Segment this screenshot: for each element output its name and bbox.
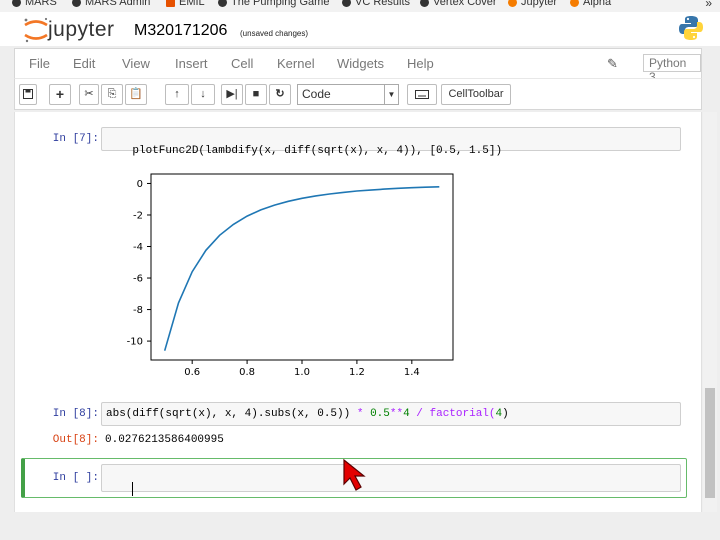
bookmark-jupyter[interactable]: Jupyter (508, 0, 557, 8)
jupyter-logo-text: jupyter (48, 18, 115, 41)
mouse-pointer-icon (343, 458, 366, 491)
bookmark-icon (570, 0, 579, 7)
bookmark-icon (218, 0, 227, 7)
insert-cell-button[interactable]: + (49, 84, 71, 105)
run-icon: ▶| (226, 88, 238, 100)
bookmark-vertex-cover[interactable]: Vertex Cover (420, 0, 497, 8)
y-tick-label: 0 (137, 179, 143, 190)
bookmark-mars-admin[interactable]: MARS Admin (72, 0, 150, 8)
bookmark-vc-results[interactable]: VC Results (342, 0, 410, 8)
kernel-indicator[interactable]: Python 3 (643, 54, 701, 84)
bookmark-mars[interactable]: MARS (12, 0, 57, 8)
menu-file[interactable]: File (29, 56, 50, 71)
bookmark-icon (72, 0, 81, 7)
move-up-button[interactable]: ↑ (165, 84, 189, 105)
notebook-title[interactable]: M320171206 (134, 22, 227, 40)
x-tick-label: 1.2 (349, 367, 365, 378)
interrupt-button[interactable]: ■ (245, 84, 267, 105)
bookmark-pumping-game[interactable]: The Pumping Game (218, 0, 329, 8)
notebook-toolbar: + ✂ ⎘ 📋 ↑ ↓ ▶| ■ ↻ Code ▼ CellToolbar (14, 78, 702, 110)
bookmark-icon (12, 0, 21, 7)
y-tick-label: -10 (127, 337, 143, 348)
menu-edit[interactable]: Edit (73, 56, 95, 71)
text-caret (132, 482, 134, 496)
restart-button[interactable]: ↻ (269, 84, 291, 105)
menu-cell[interactable]: Cell (231, 56, 253, 71)
restart-icon: ↻ (275, 88, 285, 100)
copy-icon: ⎘ (107, 88, 117, 100)
save-icon (23, 89, 33, 99)
y-tick-label: -6 (133, 274, 143, 285)
move-down-icon: ↓ (200, 88, 206, 100)
scrollbar-thumb[interactable] (705, 388, 715, 498)
bookmark-icon (342, 0, 351, 7)
save-button[interactable] (19, 84, 37, 105)
y-tick-label: -4 (133, 242, 143, 253)
code-cell-input[interactable]: abs(diff(sqrt(x), x, 4).subs(x, 0.5)) * … (101, 402, 681, 426)
paste-icon: 📋 (129, 88, 143, 100)
celltoolbar-button[interactable]: CellToolbar (441, 84, 511, 105)
add-cell-icon: + (55, 86, 65, 102)
command-palette-button[interactable] (407, 84, 437, 105)
menu-widgets[interactable]: Widgets (337, 56, 384, 71)
output-value: 0.0276213586400995 (105, 434, 224, 446)
x-tick-label: 0.8 (239, 367, 255, 378)
bookmark-icon (508, 0, 517, 7)
copy-button[interactable]: ⎘ (101, 84, 123, 105)
input-prompt: In [8]: (52, 408, 99, 420)
bookmark-alpha[interactable]: Alpha (570, 0, 611, 8)
output-prompt: Out[8]: (52, 434, 99, 446)
y-tick-label: -2 (133, 210, 143, 221)
menu-help[interactable]: Help (407, 56, 434, 71)
y-tick-label: -8 (133, 305, 143, 316)
x-tick-label: 0.6 (184, 367, 200, 378)
bookmark-icon (420, 0, 429, 7)
menu-kernel[interactable]: Kernel (277, 56, 315, 71)
move-down-button[interactable]: ↓ (191, 84, 215, 105)
input-prompt: In [7]: (52, 133, 99, 145)
notebook-container: In [7]: plotFunc2D(lambdify(x, diff(sqrt… (14, 112, 702, 512)
code-cell-input[interactable]: plotFunc2D(lambdify(x, diff(sqrt(x), x, … (101, 127, 681, 157)
cell-type-select[interactable]: Code ▼ (297, 84, 399, 105)
plot-output: 0.6 0.8 1.0 1.2 1.4 0 -2 -4 -6 -8 -10 (127, 173, 454, 378)
bookmarks-bar: MARS MARS Admin EMIL The Pumping Game VC… (0, 0, 720, 12)
bookmark-emil[interactable]: EMIL (166, 0, 205, 8)
input-prompt: In [ ]: (52, 472, 99, 484)
paste-button[interactable]: 📋 (125, 84, 147, 105)
stop-icon: ■ (252, 88, 260, 100)
bookmarks-more-button[interactable]: » (705, 0, 712, 10)
x-tick-label: 1.0 (294, 367, 310, 378)
menu-bar: File Edit View Insert Cell Kernel Widget… (14, 48, 702, 84)
menu-view[interactable]: View (122, 56, 150, 71)
empty-code-input[interactable] (101, 464, 681, 496)
notebook-header: jupyter M320171206 (unsaved changes) (0, 12, 720, 46)
x-tick-label: 1.4 (404, 367, 420, 378)
save-status: (unsaved changes) (240, 29, 309, 38)
plot-frame (150, 173, 454, 361)
page-bottom (0, 512, 720, 540)
menu-insert[interactable]: Insert (175, 56, 208, 71)
move-up-icon: ↑ (174, 88, 180, 100)
bookmark-icon (166, 0, 175, 7)
cut-button[interactable]: ✂ (79, 84, 99, 105)
edit-pencil-icon[interactable]: ✎ (607, 56, 618, 72)
vertical-scrollbar[interactable] (703, 112, 717, 512)
chevron-down-icon: ▼ (384, 85, 398, 104)
cut-icon: ✂ (84, 88, 94, 100)
run-button[interactable]: ▶| (221, 84, 243, 105)
keyboard-icon (415, 90, 429, 99)
python-logo-icon (679, 16, 703, 40)
